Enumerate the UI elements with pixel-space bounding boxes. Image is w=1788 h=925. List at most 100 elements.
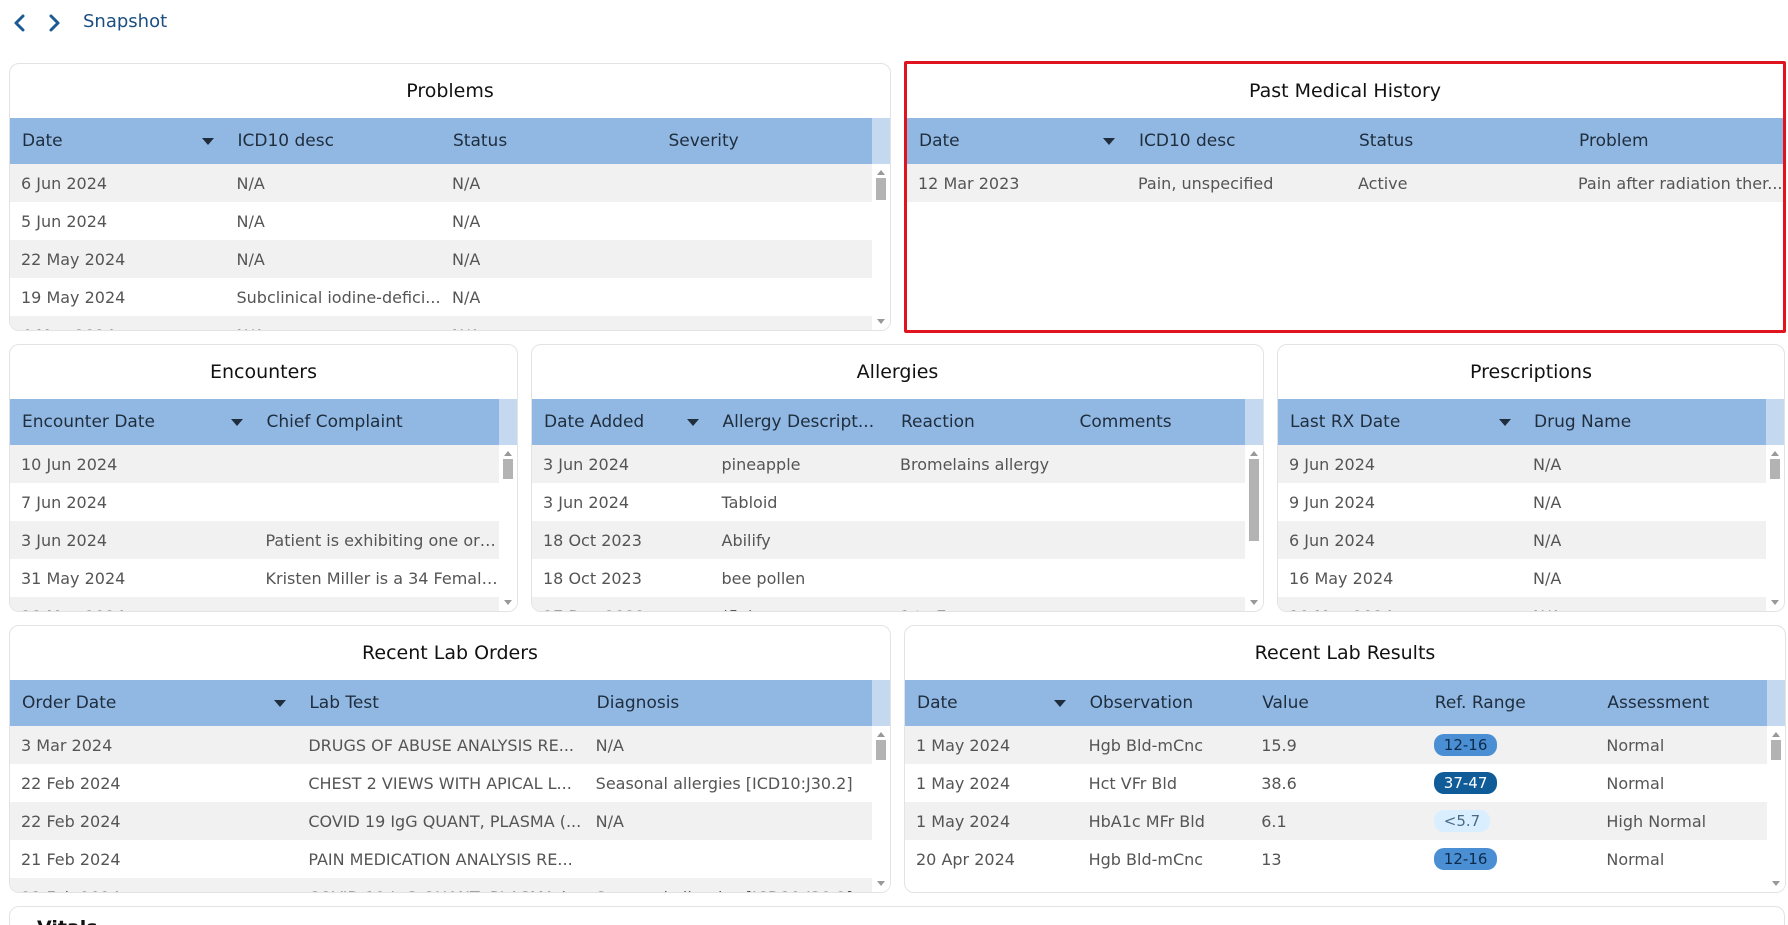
scroll-up-arrow-icon[interactable] [1250,451,1258,456]
vertical-scrollbar[interactable] [499,445,517,611]
scroll-down-arrow-icon[interactable] [877,881,885,886]
sort-descending-icon[interactable] [274,700,286,707]
column-header-diagnosis[interactable]: Diagnosis [585,680,872,726]
scroll-down-arrow-icon[interactable] [1772,881,1780,886]
table-row[interactable]: 22 Feb 2024 COVID 19 IgG QUANT, PLASMA (.… [10,802,872,840]
table-row[interactable]: 4 May 2024N/AN/A [10,316,872,330]
scroll-up-arrow-icon[interactable] [1771,451,1779,456]
column-header-encounter-date[interactable]: Encounter Date [10,399,255,445]
table-row[interactable]: 1 May 2024 Hgb Bld-mCnc 15.9 12-16 Normal [905,726,1767,764]
column-header-date-added[interactable]: Date Added [532,399,711,445]
sort-descending-icon[interactable] [1499,419,1511,426]
cell-date: 1 May 2024 [916,811,1011,831]
cell-allergy-descript: pineapple [721,454,801,474]
encounters-rows: 10 Jun 2024 7 Jun 2024 3 Jun 2024 Patient i… [10,445,499,611]
scroll-down-arrow-icon[interactable] [1771,600,1779,605]
scrollbar-thumb[interactable] [876,178,886,200]
scroll-down-arrow-icon[interactable] [877,319,885,324]
column-header-date[interactable]: Date [907,118,1127,164]
scrollbar-thumb[interactable] [1770,459,1780,479]
column-header-problem[interactable]: Problem [1567,118,1783,164]
table-row[interactable]: 10 Jun 2024 [10,445,499,483]
vertical-scrollbar[interactable] [872,164,890,330]
column-header-order-date[interactable]: Order Date [10,680,297,726]
table-row[interactable]: 27 Dec 2022(flu) ...1 to 7 ... [532,597,1245,611]
sort-descending-icon[interactable] [687,419,699,426]
table-row[interactable]: 6 Jun 2024 N/A N/A [10,164,872,202]
table-row[interactable]: 10 May 2024N/A [1278,597,1766,611]
sort-descending-icon[interactable] [231,419,243,426]
table-row[interactable]: 9 Jun 2024 N/A [1278,483,1766,521]
forward-chevron-icon[interactable] [44,12,64,34]
column-header-ref-range[interactable]: Ref. Range [1423,680,1596,726]
table-row[interactable]: 3 Jun 2024 pineapple Bromelains allergy [532,445,1245,483]
scroll-up-arrow-icon[interactable] [877,732,885,737]
column-header-assessment[interactable]: Assessment [1595,680,1767,726]
scrollbar-thumb[interactable] [1771,740,1781,760]
scroll-down-arrow-icon[interactable] [1250,600,1258,605]
scroll-down-arrow-icon[interactable] [504,600,512,605]
scroll-up-arrow-icon[interactable] [1772,732,1780,737]
column-header-lab-test[interactable]: Lab Test [297,680,584,726]
table-row[interactable]: 28 May 2024 [10,597,499,611]
cell-last-rx-date: 9 Jun 2024 [1289,454,1376,474]
vertical-scrollbar[interactable] [1245,445,1263,611]
table-row[interactable]: 31 May 2024 Kristen Miller is a 34 Female… [10,559,499,597]
sort-descending-icon[interactable] [1103,138,1115,145]
table-row[interactable]: 21 Feb 2024COVID 19 IgG QUANT, PLASMA (.… [10,878,872,892]
column-header-allergy-descript[interactable]: Allergy Descript... [711,399,890,445]
column-header-status[interactable]: Status [1347,118,1567,164]
table-row[interactable]: 1 May 2024 Hct VFr Bld 38.6 37-47 Normal [905,764,1767,802]
column-header-date[interactable]: Date [905,680,1078,726]
table-row[interactable]: 16 May 2024 N/A [1278,559,1766,597]
sort-descending-icon[interactable] [1054,700,1066,707]
table-row[interactable]: 3 Mar 2024 DRUGS OF ABUSE ANALYSIS RE... N… [10,726,872,764]
table-row[interactable]: 1 May 2024 HbA1c MFr Bld 6.1 <5.7 High Norma… [905,802,1767,840]
column-header-value[interactable]: Value [1250,680,1423,726]
top-bar: Snapshot [0,0,1788,46]
table-row[interactable]: 19 May 2024 Subclinical iodine-defici... N… [10,278,872,316]
table-row[interactable]: 20 Apr 2024 Hgb Bld-mCnc 13 12-16 Normal [905,840,1767,878]
vertical-scrollbar[interactable] [1767,726,1785,892]
column-header-observation[interactable]: Observation [1078,680,1251,726]
table-row[interactable]: 22 May 2024 N/A N/A [10,240,872,278]
scroll-up-arrow-icon[interactable] [504,451,512,456]
table-row[interactable]: 3 Jun 2024 Tabloid [532,483,1245,521]
cell-icd10-desc: N/A [236,249,265,269]
column-header-comments[interactable]: Comments [1068,399,1246,445]
column-header-last-rx-date[interactable]: Last RX Date [1278,399,1522,445]
scrollbar-thumb[interactable] [503,459,513,479]
scrollbar-thumb[interactable] [876,740,886,760]
cell-date: 20 Apr 2024 [916,849,1015,869]
column-header-chief-complaint[interactable]: Chief Complaint [255,399,500,445]
table-row[interactable]: 6 Jun 2024 N/A [1278,521,1766,559]
column-header-status[interactable]: Status [441,118,657,164]
column-header-reaction[interactable]: Reaction [889,399,1068,445]
column-header-icd10-desc[interactable]: ICD10 desc [226,118,442,164]
scroll-up-arrow-icon[interactable] [877,170,885,175]
vertical-scrollbar[interactable] [872,726,890,892]
column-header-label: ICD10 desc [1139,131,1236,151]
column-header-drug-name[interactable]: Drug Name [1522,399,1766,445]
lab-results-header-row: Date Observation Value Ref. Range Assessment [905,680,1767,726]
back-chevron-icon[interactable] [10,12,30,34]
table-row[interactable]: 12 Mar 2023 Pain, unspecified Active Pain a… [907,164,1783,202]
table-row[interactable]: 9 Jun 2024 N/A [1278,445,1766,483]
column-header-icd10-desc[interactable]: ICD10 desc [1127,118,1347,164]
table-row[interactable]: 18 Oct 2023 Abilify [532,521,1245,559]
table-row[interactable]: 21 Feb 2024 PAIN MEDICATION ANALYSIS RE..… [10,840,872,878]
column-header-date[interactable]: Date [10,118,226,164]
table-row[interactable]: 7 Jun 2024 [10,483,499,521]
sort-descending-icon[interactable] [202,138,214,145]
table-row[interactable]: 22 Feb 2024 CHEST 2 VIEWS WITH APICAL L..… [10,764,872,802]
cell-date: 22 May 2024 [21,249,126,269]
scrollbar-thumb[interactable] [1249,459,1259,541]
column-header-severity[interactable]: Severity [657,118,873,164]
table-row[interactable]: 18 Oct 2023 bee pollen [532,559,1245,597]
table-row[interactable]: 5 Jun 2024 N/A N/A [10,202,872,240]
table-row[interactable]: 3 Jun 2024 Patient is exhibiting one or .… [10,521,499,559]
vertical-scrollbar[interactable] [1766,445,1784,611]
cell-date: 1 May 2024 [916,735,1011,755]
header-scroll-gutter [872,680,890,726]
cell-encounter-date: 7 Jun 2024 [21,492,108,512]
